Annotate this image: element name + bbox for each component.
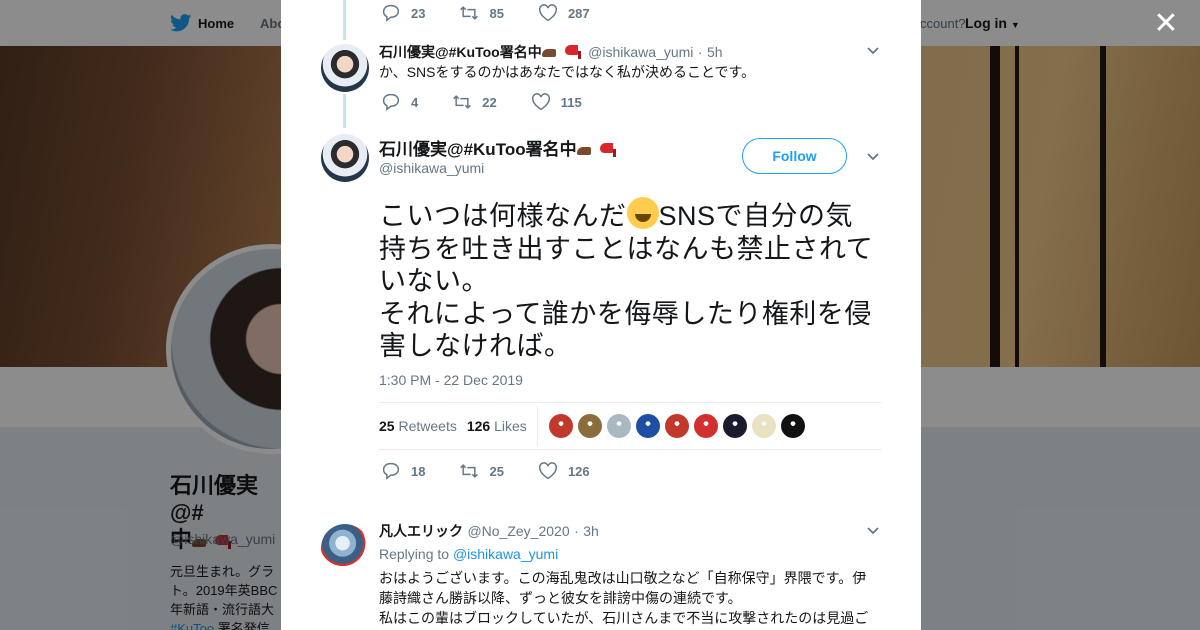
retweet-count: 85 (489, 5, 504, 21)
reply-button[interactable]: 18 (381, 462, 425, 480)
like-button[interactable]: 287 (538, 4, 590, 22)
reply-icon (382, 4, 400, 22)
liker-avatar[interactable] (664, 414, 689, 438)
retweet-count: 25 (489, 463, 504, 479)
like-button[interactable]: 115 (531, 93, 582, 111)
like-button[interactable]: 126 (538, 462, 590, 480)
tweet-time[interactable]: 5h (707, 44, 723, 60)
reply-author-name[interactable]: 凡人エリック (379, 523, 463, 539)
retweets-stat[interactable]: 25 Retweets (379, 418, 457, 434)
chevron-down-icon[interactable] (866, 150, 882, 166)
tweet-avatar[interactable] (321, 44, 369, 92)
thread-connector (343, 94, 346, 128)
reply-text-line: 藤詩織さん勝訴以降、ずっと彼女を誹謗中傷の連続です。 (379, 590, 742, 606)
shoe-emoji-icon (576, 142, 599, 156)
avatar-image (321, 134, 369, 182)
main-tweet-text-part3: それによって誰かを侮辱したり権利を侵害しなければ。 (379, 298, 872, 362)
main-tweet-text: こいつは何様なんだ SNSで自分の気持ちを吐き出すことはなんも禁止されていない。 … (379, 197, 879, 363)
like-count: 115 (560, 94, 582, 110)
liker-avatar[interactable] (548, 414, 573, 438)
retweets-stat-label: Retweets (398, 418, 457, 434)
liker-avatar[interactable] (751, 414, 776, 438)
reply-time-separator: · (574, 523, 579, 539)
avatar-image (321, 44, 369, 92)
main-tweet-text-part1: こいつは何様なんだ (379, 201, 627, 231)
reply-avatar[interactable] (321, 524, 369, 572)
retweets-stat-count: 25 (379, 418, 395, 434)
laughing-emoji-icon (626, 197, 659, 229)
stats-divider (536, 406, 538, 446)
follow-button[interactable]: Follow (742, 138, 847, 174)
retweet-button[interactable]: 25 (459, 462, 504, 480)
retweet-button[interactable]: 85 (459, 4, 504, 22)
reply-count: 23 (411, 5, 426, 21)
shoe-emoji-icon (541, 44, 564, 58)
reply-button[interactable]: 4 (381, 93, 418, 111)
reply-count: 4 (411, 94, 419, 110)
main-tweet-author-handle[interactable]: @ishikawa_yumi (379, 160, 484, 176)
reply-time[interactable]: 3h (583, 523, 599, 539)
avatar-image (321, 524, 369, 572)
tweet-header: 石川優実@#KuToo署名中 @ishikawa_yumi · 5h (379, 42, 723, 62)
likes-stat[interactable]: 126 Likes (467, 418, 527, 434)
reply-text-line: 私はこの輩はブロックしていたが、石川さんまで不当に攻撃されたのは見過ご (379, 610, 869, 626)
tweet-stats: 25 Retweets 126 Likes (379, 402, 881, 450)
main-tweet-timestamp[interactable]: 1:30 PM - 22 Dec 2019 (379, 372, 523, 388)
heart-icon (531, 93, 550, 111)
thread-connector (343, 0, 346, 40)
main-tweet-author: 石川優実@#KuToo署名中 (379, 135, 619, 160)
reply-button[interactable]: 23 (381, 4, 425, 22)
main-tweet-actions: 18 25 126 (381, 462, 624, 480)
main-tweet-avatar[interactable] (321, 134, 369, 182)
reply-author-handle[interactable]: @No_Zey_2020 (467, 523, 569, 539)
main-tweet-author-name[interactable]: 石川優実@#KuToo署名中 (379, 140, 577, 159)
reply-header: 凡人エリック @No_Zey_2020 · 3h (379, 521, 599, 541)
retweet-button[interactable]: 22 (452, 93, 497, 111)
chevron-down-icon[interactable] (866, 44, 882, 60)
replying-to-handle-link[interactable]: @ishikawa_yumi (453, 546, 558, 562)
like-count: 126 (567, 463, 590, 479)
tweet-time-separator: · (697, 44, 703, 60)
heart-icon (538, 462, 557, 480)
close-icon[interactable]: ✕ (1152, 9, 1180, 39)
retweet-icon (453, 95, 472, 109)
heart-icon (538, 4, 557, 22)
likes-stat-count: 126 (466, 418, 491, 434)
retweet-icon (460, 6, 479, 20)
tweet-actions: 4 22 115 (381, 93, 616, 111)
liker-avatar[interactable] (722, 414, 747, 438)
replying-to-label: Replying to (379, 546, 450, 562)
liker-avatar[interactable] (780, 414, 805, 438)
liker-avatar[interactable] (577, 414, 602, 438)
replying-to: Replying to @ishikawa_yumi (379, 546, 558, 562)
retweet-icon (460, 464, 479, 478)
retweet-count: 22 (482, 94, 497, 110)
reply-text-line: おはようございます。この海乱鬼改は山口敬之など「自称保守」界隈です。伊 (379, 570, 867, 586)
high-heel-emoji-icon (564, 43, 584, 59)
liker-avatar[interactable] (635, 414, 660, 438)
reply-text: おはようございます。この海乱鬼改は山口敬之など「自称保守」界隈です。伊 藤詩織さ… (379, 568, 879, 628)
reply-count: 18 (411, 463, 426, 479)
liker-avatars (548, 414, 810, 438)
high-heel-emoji-icon (599, 141, 619, 157)
reply-icon (382, 93, 400, 111)
chevron-down-icon[interactable] (866, 524, 882, 540)
tweet-actions: 23 85 287 (381, 4, 624, 22)
like-count: 287 (567, 5, 590, 21)
likes-stat-label: Likes (494, 418, 527, 434)
tweet-text: か、SNSをするのかはあなたではなく私が決めることです。 (379, 64, 756, 80)
reply-icon (382, 462, 400, 480)
liker-avatar[interactable] (606, 414, 631, 438)
liker-avatar[interactable] (693, 414, 718, 438)
tweet-author-name[interactable]: 石川優実@#KuToo署名中 (379, 44, 542, 60)
tweet-author-handle[interactable]: @ishikawa_yumi (588, 44, 693, 60)
tweet-modal: 23 85 287 石川優実@#KuToo署名中 @ishikawa_yumi … (281, 0, 921, 630)
